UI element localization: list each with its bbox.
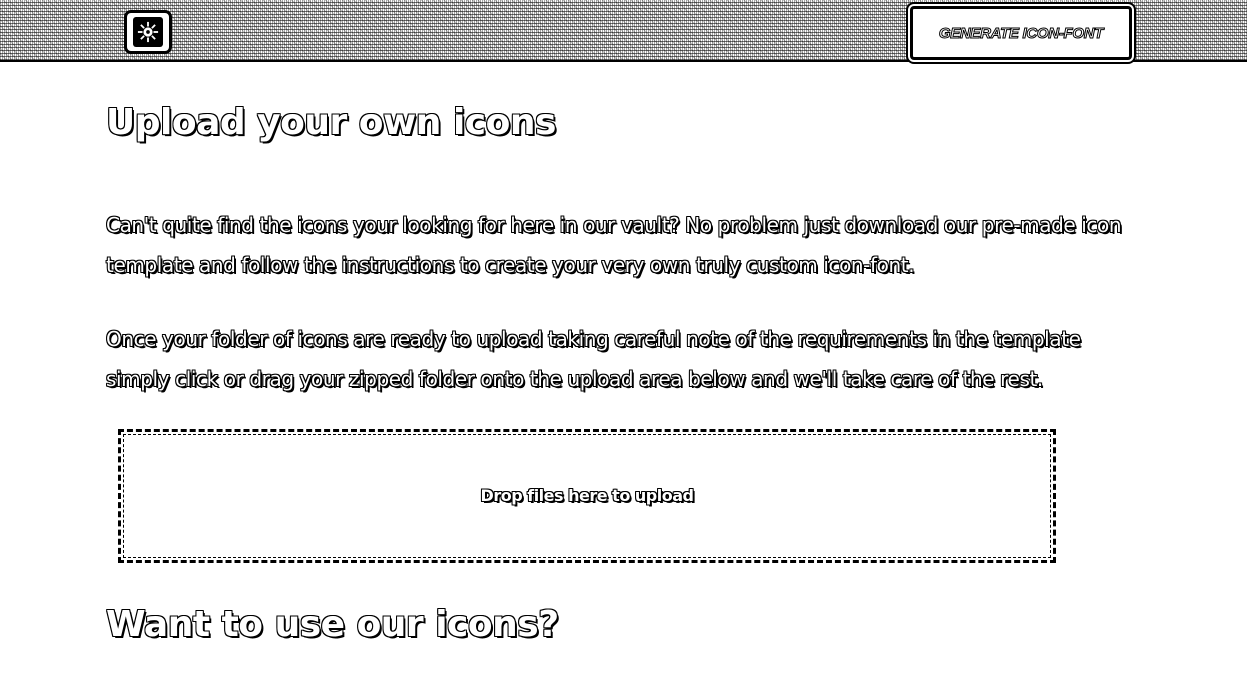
use-icons-section-heading: Want to use our icons? bbox=[106, 604, 559, 645]
top-header-bar: GENERATE ICON-FONT bbox=[0, 0, 1247, 62]
upload-section-heading: Upload your own icons bbox=[106, 102, 556, 143]
upload-instructions-paragraph: Once your folder of icons are ready to u… bbox=[106, 327, 1081, 391]
upload-intro-paragraph: Can't quite find the icons your looking … bbox=[106, 213, 1122, 277]
file-upload-dropzone[interactable]: Drop files here to upload bbox=[118, 429, 1056, 563]
site-logo[interactable] bbox=[124, 10, 172, 54]
dropzone-label: Drop files here to upload bbox=[480, 485, 694, 505]
gear-cog-icon bbox=[133, 17, 163, 47]
generate-icon-font-button[interactable]: GENERATE ICON-FONT bbox=[910, 6, 1132, 60]
